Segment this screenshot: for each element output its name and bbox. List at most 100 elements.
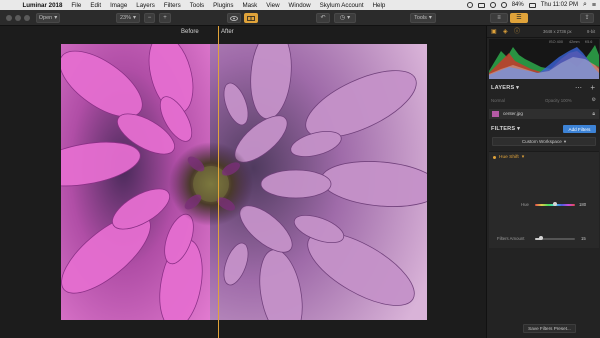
chevron-down-icon: ▾ [521,155,525,160]
open-label: Open [38,15,53,21]
hue-value[interactable]: 180 [579,202,586,207]
filters-panel-button[interactable]: ☰ [510,13,528,23]
add-layer-button[interactable]: + [590,83,595,92]
filters-title-text: FILTERS [491,126,516,132]
tools-dropdown[interactable]: Tools ▾ [410,13,436,23]
tools-label: Tools [414,15,427,21]
history-button[interactable]: ◷ ▾ [334,13,356,23]
opacity-label[interactable]: Opacity 100% [545,98,572,103]
menu-plugins[interactable]: Plugins [209,2,238,9]
search-icon[interactable]: ⌕ [583,1,587,9]
layer-row[interactable]: center.jpg 🔒︎ [489,109,599,119]
panel-info-bar: ▣ ◈ ⓘ 3648 x 2736 px 8-bit [487,26,600,38]
battery-icon[interactable] [528,2,536,8]
grid-list-icon: ≡ [497,15,501,21]
filter-header[interactable]: Hue Shift ▾ [493,155,524,160]
notification-list-icon[interactable]: ≡ [592,2,596,9]
gear-icon[interactable]: ⚙ [592,97,596,103]
hue-slider-handle[interactable] [553,202,557,206]
hue-shift-filter: Hue Shift ▾ Hue 180 Filters Amount 15 [489,151,599,248]
before-after-split-handle[interactable] [218,26,219,338]
menu-file[interactable]: File [67,2,86,9]
lock-icon[interactable]: 🔒︎ [592,111,595,117]
hue-label: Hue [521,202,529,207]
wifi-icon[interactable] [489,2,496,8]
layers-stack-icon[interactable]: ◈ [503,29,509,35]
info-icon[interactable]: ⓘ [514,29,520,35]
before-label: Before [181,29,199,35]
menu-filters[interactable]: Filters [159,2,185,9]
image-dimensions: 3648 x 2736 px [543,29,572,34]
menu-layers[interactable]: Layers [132,2,160,9]
compare-button[interactable] [244,13,258,23]
volume-icon[interactable] [500,2,507,8]
toolbar: Open ▾ 23% ▾ − + ↶ ◷ ▾ Tools ▾ ≡ ☰ ⇪ [0,10,600,26]
add-filters-button[interactable]: Add Filters [563,125,596,133]
chevron-down-icon: ▾ [54,15,58,21]
open-button[interactable]: Open ▾ [36,13,60,23]
folder-icon[interactable]: ▣ [491,29,497,35]
menu-window[interactable]: Window [284,2,315,9]
filter-toggle-icon[interactable] [493,156,496,159]
after-label: After [221,29,234,35]
dahlia-photo-image [61,44,427,320]
menu-edit[interactable]: Edit [86,2,106,9]
share-button[interactable]: ⇪ [580,13,594,23]
chevron-down-icon[interactable]: ▾ [516,85,519,91]
amount-slider-handle[interactable] [539,236,543,240]
zoom-out-button[interactable]: − [144,13,155,23]
layers-menu-icon[interactable]: ⋯ [575,84,582,92]
menubar-clock[interactable]: Thu 11:02 PM [541,2,578,8]
filters-title: FILTERS ▾ [491,126,520,132]
histogram-graph [489,45,599,79]
battery-percent[interactable]: 84% [512,2,524,8]
menu-app-name[interactable]: Luminar 2018 [18,2,67,9]
bit-depth: 8-bit [587,29,596,34]
clock-icon: ◷ [339,15,346,21]
photo-dahlia[interactable] [61,44,427,320]
workspace-label: Custom Workspace [521,139,562,144]
menu-mask[interactable]: Mask [238,2,262,9]
menu-skylum-account[interactable]: Skylum Account [315,2,368,9]
window-zoom-button[interactable] [24,15,30,21]
compare-icon [247,15,255,21]
layer-thumbnail [492,111,499,117]
undo-icon: ↶ [320,15,326,21]
window-minimize-button[interactable] [15,15,21,21]
menu-view[interactable]: View [262,2,284,9]
zoom-dropdown[interactable]: 23% ▾ [116,13,140,23]
presets-panel-button[interactable]: ≡ [490,13,508,23]
filter-name: Hue Shift [499,155,519,160]
chevron-down-icon: ▾ [133,15,137,21]
menu-image[interactable]: Image [106,2,132,9]
screen-icon[interactable] [477,2,485,8]
histogram: ISO 400 42mm f/5.6 [489,39,599,79]
exif-aperture: f/5.6 [585,40,593,44]
eye-icon [230,15,238,21]
workspace-dropdown[interactable]: Custom Workspace ▾ [492,137,596,146]
exif-focal: 42mm [569,40,580,44]
status-circle-icon[interactable] [466,2,473,8]
layer-name: center.jpg [503,111,523,116]
menu-bar: Luminar 2018 File Edit Image Layers Filt… [0,0,600,10]
preview-button[interactable] [227,13,241,23]
layers-title-text: LAYERS [491,85,515,91]
layers-title: LAYERS ▾ [491,85,519,91]
menu-help[interactable]: Help [368,2,390,9]
window-close-button[interactable] [6,15,12,21]
menu-tools[interactable]: Tools [185,2,208,9]
chevron-down-icon: ▾ [347,15,351,21]
zoom-label: 23% [119,15,131,21]
chevron-down-icon: ▾ [428,15,432,21]
blend-mode-label[interactable]: Normal [491,98,505,103]
exif-iso: ISO 400 [549,40,563,44]
filters-amount-label: Filters Amount [497,236,525,241]
zoom-in-button[interactable]: + [159,13,171,23]
amount-value[interactable]: 15 [581,236,586,241]
minus-icon: − [147,15,152,21]
sliders-icon: ☰ [516,15,522,21]
chevron-down-icon[interactable]: ▾ [517,126,520,132]
save-filters-preset-button[interactable]: Save Filters Preset... [523,324,576,333]
share-icon: ⇪ [584,15,590,21]
undo-button[interactable]: ↶ [316,13,330,23]
